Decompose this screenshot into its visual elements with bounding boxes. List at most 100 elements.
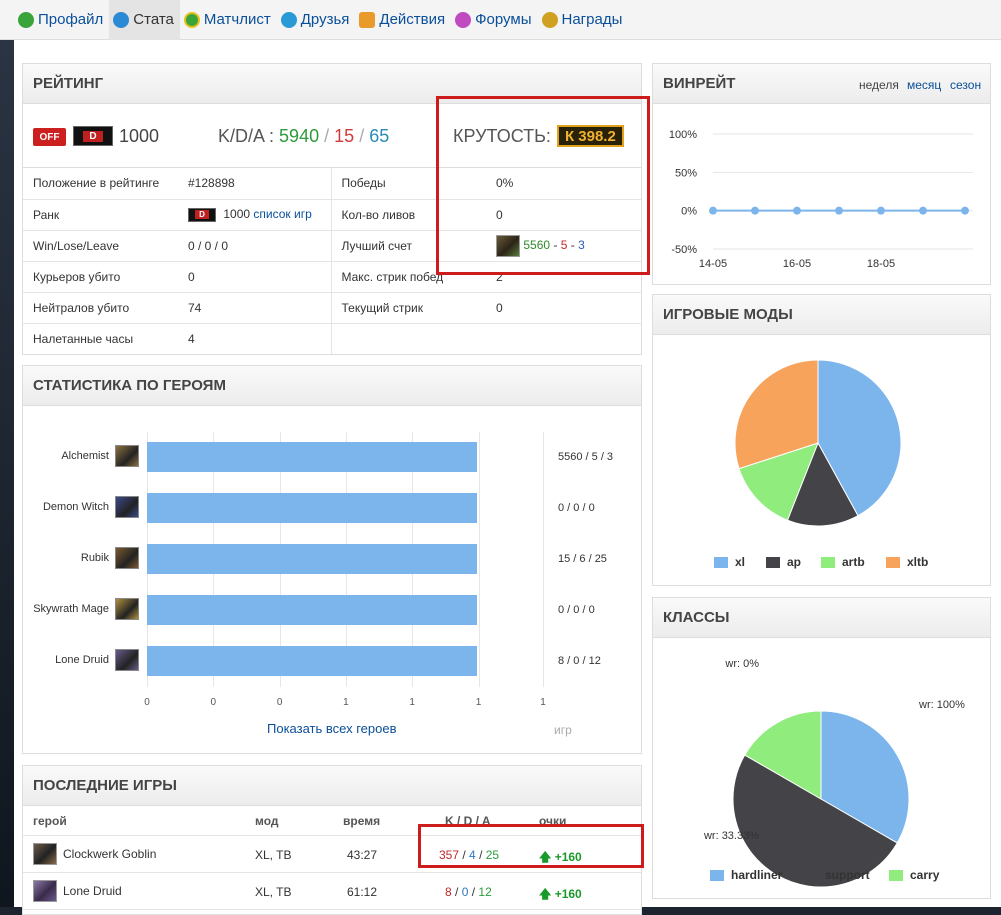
kda-kills: 8	[445, 885, 452, 899]
x-tick-label: 14-05	[699, 258, 727, 270]
hero-name: Lone Druid	[55, 654, 109, 666]
hero-name: Rubik	[80, 552, 109, 564]
x-tick-label: 18-05	[867, 258, 895, 270]
bar	[147, 646, 477, 676]
grid-line	[478, 432, 480, 687]
data-point	[919, 206, 927, 215]
data-label: wr: 100%	[918, 699, 965, 711]
kda-deaths: 0	[461, 885, 469, 899]
nav-forums[interactable]: Форумы	[451, 0, 537, 40]
panel-title: ПОСЛЕДНИЕ ИГРЫ	[23, 766, 641, 806]
x-tick-label: 0	[210, 697, 217, 708]
nav-label: Стата	[133, 11, 174, 28]
rank-icon: D	[188, 207, 216, 222]
legend-swatch	[889, 870, 903, 881]
stat-value: #128898	[188, 168, 331, 200]
nav-profile[interactable]: Профайл	[14, 0, 109, 40]
rating-value: 1000	[119, 126, 160, 146]
legend-label: hardliner	[731, 868, 783, 882]
data-label: wr: 33.33%	[703, 830, 759, 842]
actions-icon	[359, 11, 376, 28]
stat-label: Налетанные часы	[33, 331, 134, 346]
stat-value: 0 / 0 / 0	[188, 230, 331, 262]
rank-letter: D	[83, 130, 103, 142]
y-tick-label: 100%	[669, 129, 697, 141]
show-all-heroes-link[interactable]: Показать всех героев	[267, 721, 396, 736]
legend-label: xltb	[907, 555, 928, 569]
hero-name[interactable]: Lone Druid	[63, 884, 122, 898]
nav-label: Друзья	[300, 11, 350, 28]
x-tick-label: 16-05	[783, 258, 811, 270]
grid-line	[543, 432, 544, 687]
stat-value: 0	[496, 292, 641, 324]
nav-actions[interactable]: Действия	[355, 0, 451, 40]
period-week[interactable]: неделя	[859, 78, 899, 92]
friends-icon	[280, 11, 297, 28]
hero-name: Skywrath Mage	[33, 603, 109, 615]
winrate-line-chart: 100% 50% 0% -50%14-05 16-05 18-05	[669, 129, 973, 270]
classes-panel: КЛАССЫ wr: 100% wr: 33.33% wr: 0% hardliner…	[652, 597, 991, 899]
game-kda: 8 / 0 / 12	[445, 885, 492, 899]
bar-annotation: 15 / 6 / 25	[558, 553, 607, 565]
hero-icon	[115, 649, 139, 671]
highlight-box	[418, 824, 644, 868]
hero-stats-panel: СТАТИСТИКА ПО ГЕРОЯМ Alchemist 5560 / 5 /…	[22, 365, 642, 754]
stat-value	[496, 323, 641, 354]
nav-awards[interactable]: Награды	[538, 0, 629, 40]
stat-label: Курьеров убито	[23, 261, 188, 293]
legend-swatch	[804, 870, 818, 881]
x-tick-label: 1	[343, 697, 349, 708]
data-point	[835, 206, 843, 215]
bar	[147, 544, 477, 574]
axis-unit-label: игр	[554, 723, 572, 737]
bar	[147, 493, 477, 523]
data-point	[751, 206, 759, 215]
nav-label: Награды	[561, 11, 623, 28]
stat-label: Нейтралов убито	[23, 292, 188, 324]
period-month[interactable]: месяц	[907, 78, 941, 92]
rank-icon: D	[73, 126, 113, 146]
rank-letter: D	[195, 210, 209, 220]
nav-label: Действия	[379, 11, 446, 28]
stat-label: Текущий стрик	[330, 292, 496, 324]
legend-swatch	[766, 557, 780, 568]
hero-bar-chart: Alchemist 5560 / 5 / 3 Demon Witch 0 / 0 / …	[23, 407, 641, 753]
nav-friends[interactable]: Друзья	[277, 0, 356, 40]
awards-icon	[541, 11, 558, 28]
classes-pie-chart: wr: 100% wr: 33.33% wr: 0% hardliner support…	[703, 658, 965, 888]
kda-assists: 65	[369, 126, 390, 146]
data-label: wr: 0%	[724, 658, 759, 670]
game-time: 61:12	[347, 885, 378, 899]
status-badge: OFF	[33, 128, 66, 146]
forums-icon	[455, 11, 472, 28]
legend-swatch	[714, 557, 728, 568]
legend-swatch	[886, 557, 900, 568]
nav-label: Матчлист	[203, 11, 271, 28]
kda-separator: /	[359, 126, 365, 146]
bar-annotation: 5560 / 5 / 3	[558, 451, 614, 463]
game-list-link[interactable]: список игр	[253, 207, 311, 221]
table-row[interactable]: Lone Druid XL, TB 61:12 8 / 0 / 12 🡅 +16…	[23, 873, 641, 910]
highlight-box	[436, 96, 650, 275]
game-mode: XL, TB	[255, 848, 292, 862]
kda-separator: /	[324, 126, 330, 146]
bar	[147, 442, 477, 472]
game-time: 43:27	[347, 848, 378, 862]
arrow-up-icon: 🡅	[539, 887, 552, 901]
hero-icon	[115, 445, 139, 467]
game-modes-panel: ИГРОВЫЕ МОДЫ xl ap artb xltb	[652, 294, 991, 586]
x-tick-label: 1	[475, 697, 482, 708]
y-tick-label: 0%	[681, 206, 697, 218]
legend-label: support	[825, 868, 870, 882]
rank-value: 1000	[223, 207, 251, 222]
nav-matchlist[interactable]: Матчлист	[180, 0, 277, 40]
period-season[interactable]: сезон	[950, 78, 981, 92]
info-icon	[113, 11, 130, 28]
x-tick-label: 0	[144, 697, 150, 708]
winrate-panel: ВИНРЕЙТ неделя месяц сезон 100% 50% 0% -50%…	[652, 63, 991, 285]
hero-name[interactable]: Clockwerk Goblin	[63, 847, 156, 861]
nav-stats[interactable]: Стата	[109, 0, 180, 40]
data-point	[793, 206, 801, 215]
hero-avatar	[33, 880, 57, 902]
panel-title: ИГРОВЫЕ МОДЫ	[653, 295, 990, 335]
